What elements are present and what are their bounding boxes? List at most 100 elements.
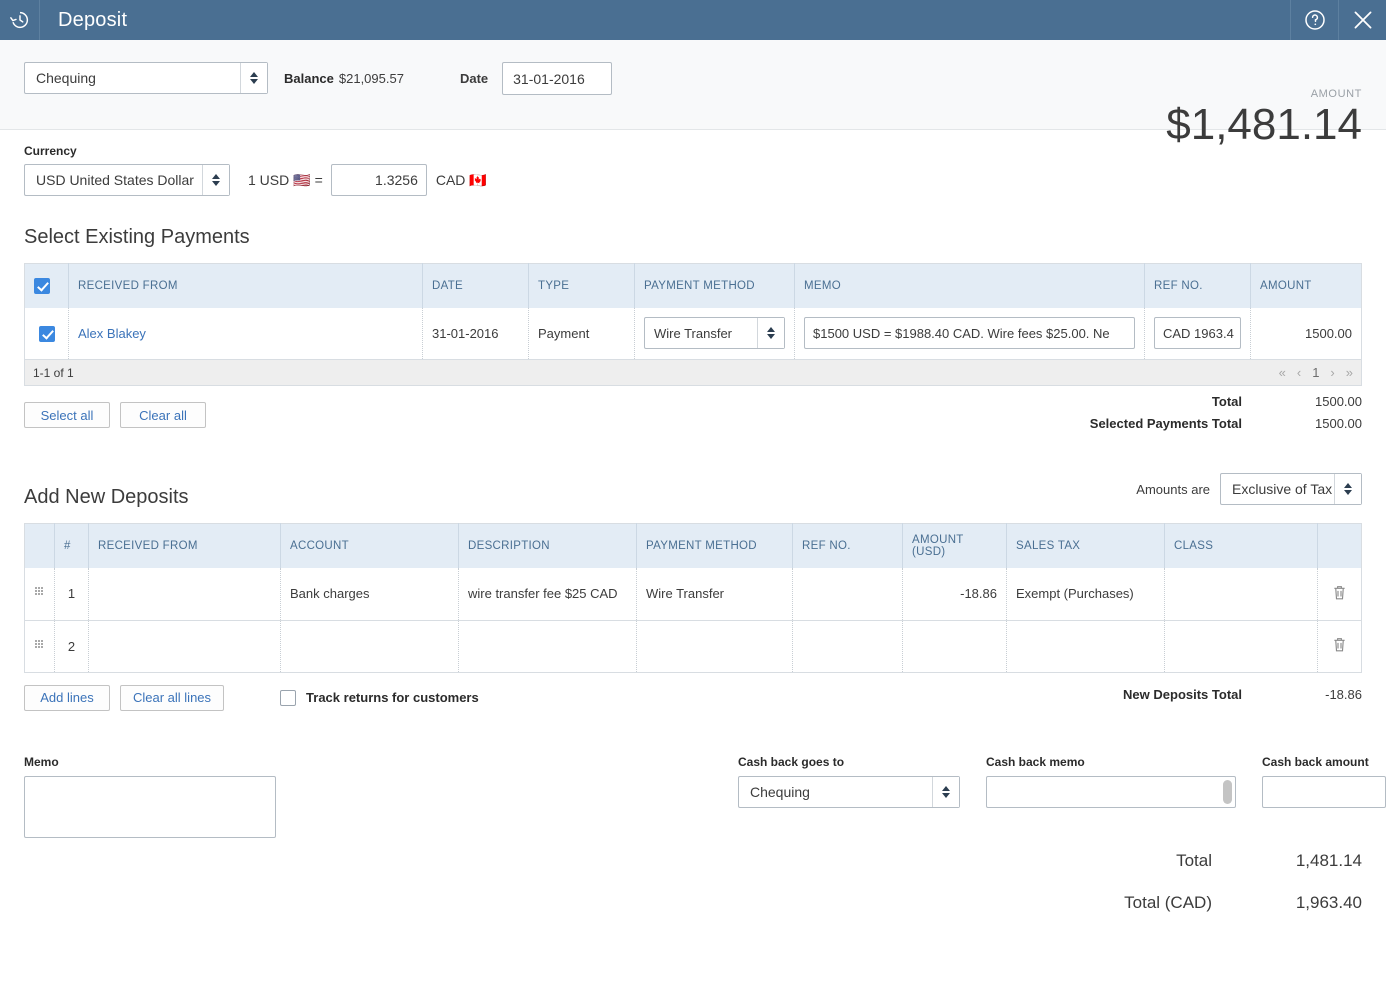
close-button[interactable] (1338, 0, 1386, 40)
pager-next[interactable]: › (1330, 365, 1334, 380)
cell-description[interactable]: wire transfer fee $25 CAD (458, 568, 637, 621)
cash-back-memo-label: Cash back memo (986, 754, 1085, 769)
account-select[interactable]: Chequing (24, 62, 268, 94)
pager-last[interactable]: » (1346, 365, 1353, 380)
cell-account[interactable]: Bank charges (280, 568, 459, 621)
currency-section: Currency USD United States Dollar 1 USD … (24, 144, 1362, 196)
cell-memo: $1500 USD = $1988.40 CAD. Wire fees $25.… (794, 307, 1145, 360)
existing-payments-table: RECEIVED FROM DATE TYPE PAYMENT METHOD M… (24, 263, 1362, 360)
deposit-header: Chequing Balance $21,095.57 Date 31-01-2… (0, 40, 1386, 148)
th-account: ACCOUNT (280, 523, 459, 568)
exchange-rate-input[interactable]: 1.3256 (330, 164, 427, 196)
window-title: Deposit (58, 8, 128, 31)
selected-payments-total-value: 1500.00 (1315, 416, 1362, 431)
cell-ref-no: CAD 1963.4 (1144, 307, 1251, 360)
date-value: 31-01-2016 (513, 70, 585, 87)
memo-input[interactable]: $1500 USD = $1988.40 CAD. Wire fees $25.… (804, 317, 1135, 350)
cell-received-from[interactable] (88, 568, 281, 621)
cell-payment-method[interactable]: Wire Transfer (636, 568, 793, 621)
cell-date: 31-01-2016 (422, 307, 529, 360)
clear-all-button[interactable]: Clear all (120, 402, 206, 428)
cash-back-amount-input[interactable] (1262, 775, 1386, 808)
cell-class[interactable] (1164, 620, 1318, 673)
amount-summary: AMOUNT $1,481.14 (1166, 88, 1362, 148)
customer-link[interactable]: Alex Blakey (78, 326, 146, 341)
cash-back-account-stepper[interactable] (932, 776, 959, 807)
cash-back-memo-input[interactable] (986, 775, 1236, 808)
table-row: Alex Blakey 31-01-2016 Payment Wire Tran… (24, 307, 1362, 360)
track-returns-checkbox[interactable] (280, 689, 297, 706)
th-line-number: # (54, 523, 89, 568)
grand-total-cad-value: 1,963.40 (1295, 892, 1362, 912)
pager-current[interactable]: 1 (1312, 365, 1319, 380)
add-lines-button[interactable]: Add lines (24, 684, 110, 711)
help-button[interactable] (1290, 0, 1338, 40)
th-date: DATE (422, 263, 529, 308)
selected-payments-total-label: Selected Payments Total (1089, 416, 1242, 431)
amounts-are-stepper[interactable] (1334, 474, 1361, 504)
cell-description[interactable] (458, 620, 637, 673)
th-amount-usd: AMOUNT (USD) (902, 523, 1007, 568)
balance-display: Balance $21,095.57 (284, 62, 404, 94)
drag-handle-icon[interactable] (35, 639, 44, 651)
date-input[interactable]: 31-01-2016 (502, 62, 613, 95)
amounts-are-select[interactable]: Exclusive of Tax (1220, 473, 1362, 505)
cell-amount[interactable]: -18.86 (902, 568, 1007, 621)
memo-textarea[interactable] (24, 775, 276, 838)
cell-ref-no[interactable] (792, 568, 903, 621)
cell-payment-method[interactable] (636, 620, 793, 673)
cash-back-memo-scrollbar[interactable] (1223, 779, 1232, 804)
amounts-are-group: Amounts are Exclusive of Tax (1136, 473, 1362, 505)
payment-method-select[interactable]: Wire Transfer (644, 317, 785, 350)
memo-label: Memo (24, 754, 59, 769)
amount-value: $1,481.14 (1166, 100, 1362, 149)
grand-totals: Total 1,481.14 Total (CAD) 1,963.40 (1124, 851, 1362, 935)
us-flag-icon: 🇺🇸 (293, 171, 311, 188)
amounts-are-label: Amounts are (1136, 481, 1210, 497)
cell-sales-tax[interactable]: Exempt (Purchases) (1006, 568, 1165, 621)
currency-select-stepper[interactable] (202, 165, 229, 195)
memo-value: $1500 USD = $1988.40 CAD. Wire fees $25.… (813, 325, 1110, 341)
ref-no-input[interactable]: CAD 1963.4 (1154, 317, 1241, 350)
cell-received-from: Alex Blakey (68, 307, 423, 360)
th-type: TYPE (528, 263, 635, 308)
currency-select[interactable]: USD United States Dollar (24, 164, 230, 196)
th-description: DESCRIPTION (458, 523, 637, 568)
new-deposits-total-value: -18.86 (1325, 686, 1362, 702)
clear-all-lines-button[interactable]: Clear all lines (120, 684, 225, 711)
new-deposits-total-label: New Deposits Total (1123, 686, 1242, 702)
delete-row-icon[interactable] (1332, 636, 1347, 656)
cell-ref-no[interactable] (792, 620, 903, 673)
track-returns-group[interactable]: Track returns for customers (280, 689, 479, 706)
table-row: 1 Bank charges wire transfer fee $25 CAD… (24, 568, 1362, 621)
cell-received-from[interactable] (88, 620, 281, 673)
select-all-checkbox[interactable] (34, 277, 50, 294)
cell-sales-tax[interactable] (1006, 620, 1165, 673)
cash-back-account-value: Chequing (750, 783, 810, 800)
exchange-rate-value: 1.3256 (375, 172, 418, 188)
drag-handle-icon[interactable] (35, 587, 44, 598)
delete-row-icon[interactable] (1332, 584, 1347, 604)
cash-back-memo-group: Cash back memo (986, 755, 1236, 808)
cell-account[interactable] (280, 620, 459, 673)
grand-total-cad-label: Total (CAD) (1124, 892, 1212, 912)
cell-drag-handle[interactable] (24, 620, 55, 673)
new-deposits-actions: Add lines Clear all lines Track returns … (24, 684, 1362, 711)
account-select-stepper[interactable] (240, 63, 267, 93)
pager-first[interactable]: « (1279, 365, 1286, 380)
pager-prev[interactable]: ‹ (1297, 365, 1301, 380)
pager-count: 1-1 of 1 (33, 365, 74, 380)
cell-amount[interactable] (902, 620, 1007, 673)
cell-class[interactable] (1164, 568, 1318, 621)
memo-group: Memo (24, 755, 276, 838)
select-all-button[interactable]: Select all (24, 402, 110, 428)
row-select-cell (24, 307, 69, 360)
row-checkbox[interactable] (38, 325, 55, 342)
cash-back-goes-to-group: Cash back goes to Chequing (738, 755, 960, 808)
cash-back-account-select[interactable]: Chequing (738, 775, 960, 808)
cell-drag-handle[interactable] (24, 568, 55, 621)
history-clock-icon[interactable] (0, 0, 40, 40)
payment-method-stepper[interactable] (757, 318, 784, 349)
currency-label: Currency (24, 144, 77, 158)
balance-label: Balance (284, 70, 334, 86)
